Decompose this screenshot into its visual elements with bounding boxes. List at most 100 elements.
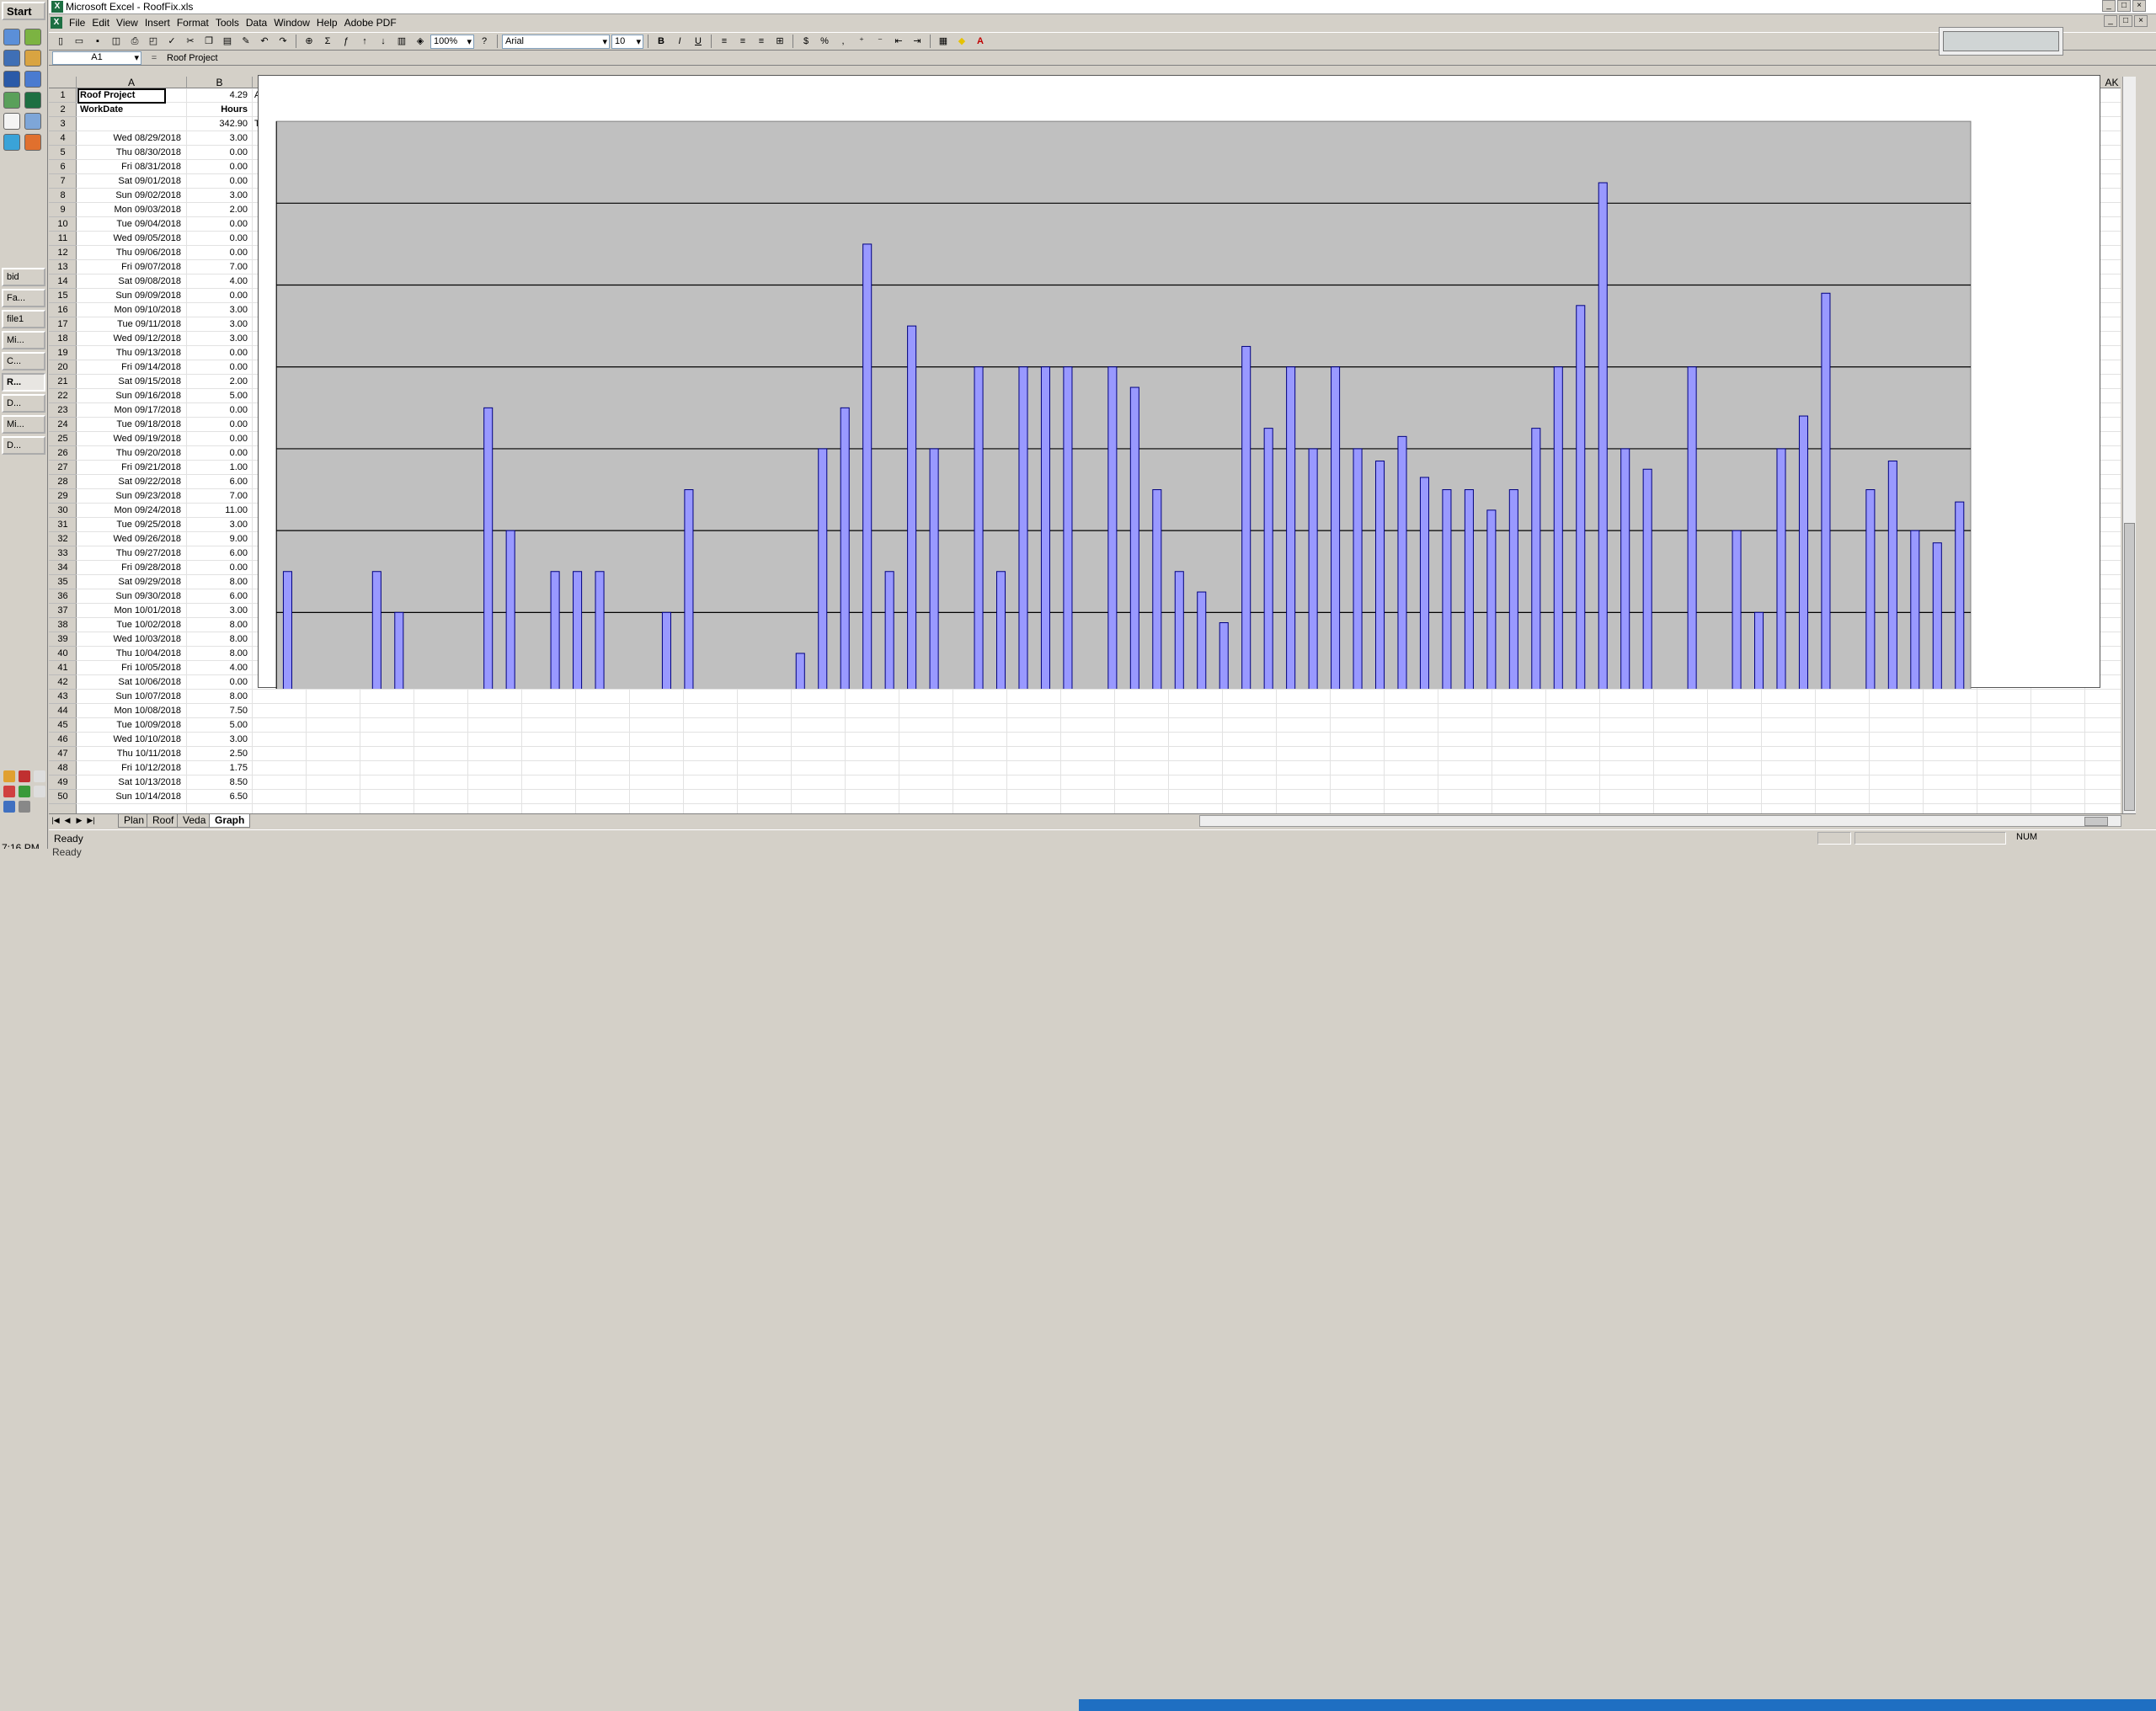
cell-a[interactable]: Sun 09/30/2018 [78,589,186,604]
chart-bar[interactable] [371,571,382,689]
cell-b[interactable]: 0.00 [187,217,250,232]
underline-icon[interactable]: U [690,34,707,49]
chart-bar[interactable] [483,407,494,689]
doc-restore-button[interactable]: □ [2119,15,2132,27]
cell-a[interactable]: Wed 08/29/2018 [78,131,186,146]
vertical-scroll-thumb[interactable] [2124,523,2135,811]
menu-edit[interactable]: Edit [88,17,113,32]
row-header[interactable]: 23 [49,403,77,418]
cell-a[interactable]: Sat 09/29/2018 [78,575,186,589]
taskbar-button-d2[interactable]: D... [2,436,45,455]
row-header[interactable]: 16 [49,303,77,317]
cell-b[interactable]: 11.00 [187,504,250,518]
plot-area[interactable] [275,120,1972,689]
fill-color-icon[interactable]: ◆ [953,34,970,49]
cell-a[interactable]: Fri 10/12/2018 [78,761,186,776]
cell-a[interactable]: Sun 09/02/2018 [78,189,186,203]
cut-icon[interactable]: ✂ [182,34,199,49]
chart-bar[interactable] [1308,448,1318,689]
cell-b[interactable]: 7.00 [187,260,250,275]
chart-bar[interactable] [1152,489,1162,689]
workbook-icon[interactable]: X [51,17,62,29]
excel-icon[interactable]: X [51,1,63,13]
menu-format[interactable]: Format [173,17,212,32]
cell-a[interactable]: Fri 09/28/2018 [78,561,186,575]
chart-bar[interactable] [1576,305,1586,689]
chart-bar[interactable] [1197,591,1207,689]
taskbar-button-d1[interactable]: D... [2,394,45,413]
row-header[interactable]: 15 [49,289,77,303]
cell-a[interactable]: Wed 09/19/2018 [78,432,186,446]
row-header[interactable]: 13 [49,260,77,275]
cell-a[interactable]: Mon 10/01/2018 [78,604,186,618]
chart-bar[interactable] [818,448,828,689]
cell-b[interactable]: 0.00 [187,675,250,690]
tab-graph[interactable]: Graph [209,814,251,828]
row-header[interactable]: 36 [49,589,77,604]
cell-b[interactable]: 0.00 [187,561,250,575]
tab-veda[interactable]: Veda [177,814,212,828]
row-header[interactable]: 9 [49,203,77,217]
row-header[interactable]: 48 [49,761,77,776]
chart-bar[interactable] [862,243,873,689]
cell-a[interactable]: Thu 09/20/2018 [78,446,186,461]
cell-b[interactable]: Hours [187,103,250,117]
row-header[interactable]: 37 [49,604,77,618]
chart-bar[interactable] [550,571,560,689]
taskbar-button-bid[interactable]: bid [2,268,45,286]
cell-a[interactable]: Sun 09/23/2018 [78,489,186,504]
quicklaunch-icon[interactable] [3,113,20,130]
row-header[interactable]: 14 [49,275,77,289]
autosum-icon[interactable]: Σ [319,34,336,49]
formula-input[interactable]: Roof Project [167,53,218,63]
cell-a[interactable]: Sun 10/07/2018 [78,690,186,704]
row-header[interactable]: 43 [49,690,77,704]
quicklaunch-icon[interactable] [3,29,20,45]
cell-b[interactable]: 3.00 [187,317,250,332]
cell-a[interactable]: Sat 10/13/2018 [78,776,186,790]
chart-bar[interactable] [282,571,292,689]
chart-bar[interactable] [661,611,671,689]
cell-b[interactable]: 0.00 [187,289,250,303]
row-header[interactable]: 33 [49,546,77,561]
menu-file[interactable]: File [66,17,88,32]
cell-a[interactable]: Thu 09/06/2018 [78,246,186,260]
doc-close-button[interactable]: × [2134,15,2148,27]
hyperlink-icon[interactable]: ⊕ [301,34,318,49]
menu-insert[interactable]: Insert [141,17,173,32]
row-header[interactable]: 18 [49,332,77,346]
cell-b[interactable]: 0.00 [187,346,250,360]
cell-b[interactable]: 0.00 [187,360,250,375]
quicklaunch-icon[interactable] [3,92,20,109]
bar-chart[interactable] [259,76,2101,689]
chart-bar[interactable] [1331,366,1341,689]
decrease-decimal-icon[interactable]: ⁻ [872,34,889,49]
cell-b[interactable]: 8.00 [187,632,250,647]
permission-icon[interactable]: ◫ [108,34,125,49]
column-header[interactable]: A [77,77,187,88]
cell-a[interactable]: Thu 10/11/2018 [78,747,186,761]
cell-b[interactable]: 8.00 [187,690,250,704]
chart-bar[interactable] [1107,366,1118,689]
cell-b[interactable]: 4.29 [187,88,250,103]
font-select[interactable]: Arial [502,34,610,49]
cell-b[interactable]: 8.00 [187,575,250,589]
quicklaunch-icon[interactable] [24,92,41,109]
chart-wizard-icon[interactable]: ▥ [393,34,410,49]
chart-bar[interactable] [1753,611,1764,689]
print-icon[interactable]: ⎙ [126,34,143,49]
cell-a[interactable]: Tue 10/09/2018 [78,718,186,733]
minimize-button[interactable]: _ [2102,0,2116,12]
chart-bar[interactable] [1821,292,1831,689]
tab-plan[interactable]: Plan [118,814,151,828]
row-header[interactable]: 50 [49,790,77,804]
row-header[interactable]: 45 [49,718,77,733]
tab-roof[interactable]: Roof [147,814,180,828]
row-header[interactable]: 40 [49,647,77,661]
tray-icon[interactable] [34,770,45,782]
chart-bar[interactable] [1040,366,1050,689]
cell-b[interactable]: 4.00 [187,275,250,289]
taskbar-button-c[interactable]: C... [2,352,45,370]
chart-bar[interactable] [1353,448,1363,689]
increase-decimal-icon[interactable]: ⁺ [853,34,870,49]
